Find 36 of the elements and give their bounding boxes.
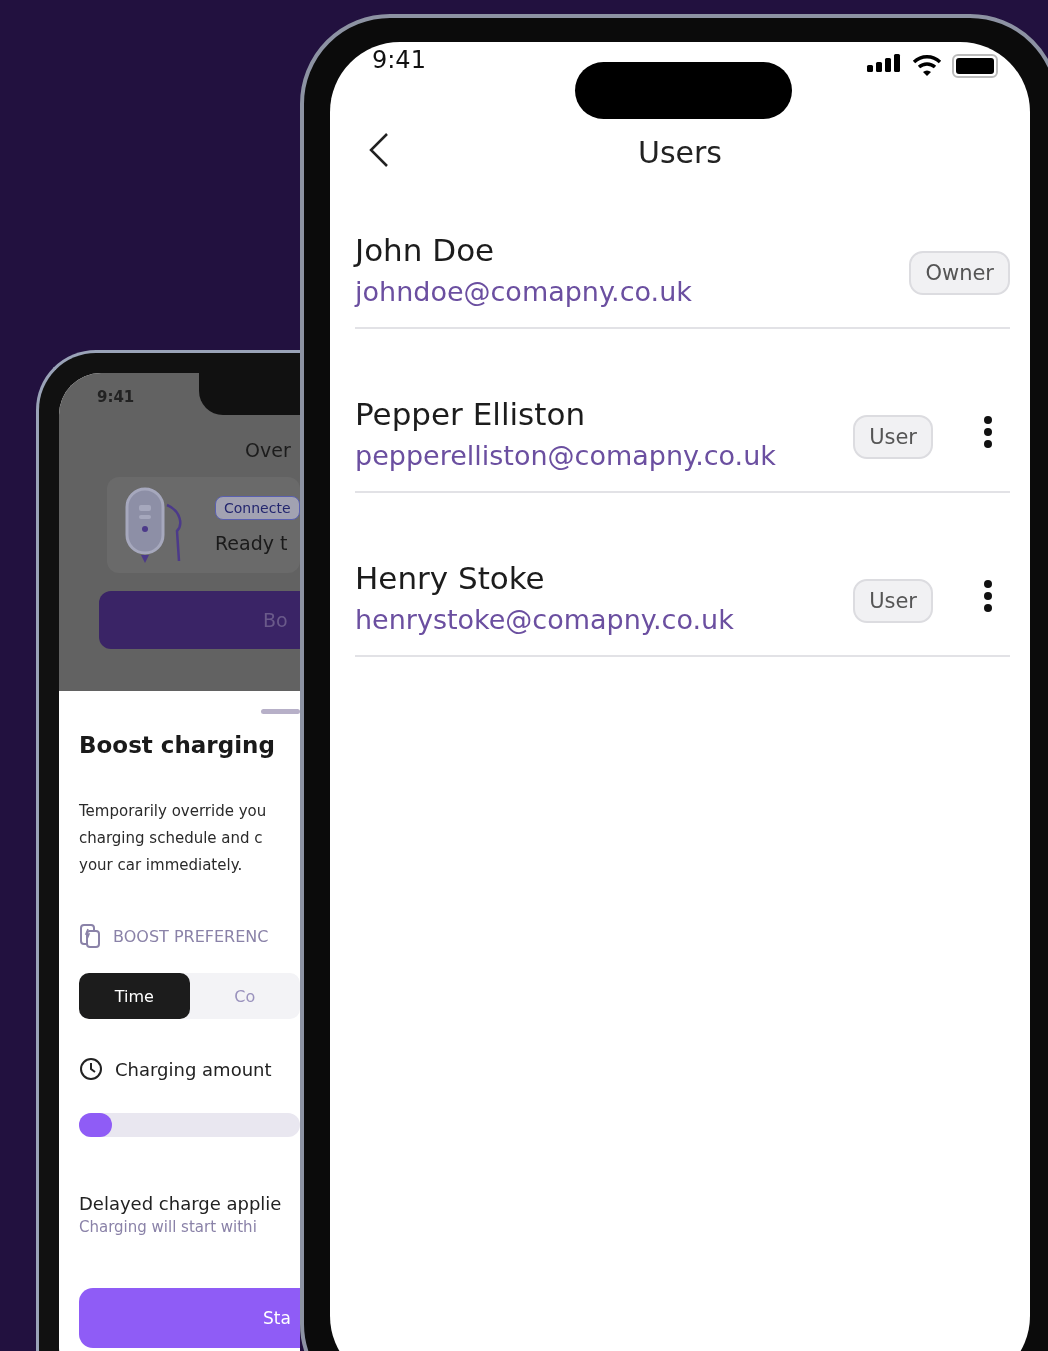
phone-bolt-icon [79,923,101,949]
user-email: henrystoke@comapny.co.uk [355,604,735,635]
role-badge: User [853,415,933,459]
more-options-icon[interactable] [983,579,993,613]
user-email: johndoe@comapny.co.uk [355,276,693,307]
description-line: your car immediately. [79,855,244,876]
section-label: BOOST PREFERENC [113,926,269,946]
role-badge: User [853,579,933,623]
user-name: Pepper Elliston [355,396,587,432]
status-time: 9:41 [372,46,426,76]
notice-text: Charging will start withi [79,1218,258,1236]
battery-icon [952,54,998,78]
segment-tab[interactable]: Time [79,973,190,1019]
wifi-icon [912,54,942,76]
screen-title: Over [244,439,292,461]
role-badge: Owner [909,251,1010,295]
user-name: John Doe [355,232,496,268]
description-line: charging schedule and c [79,828,264,849]
charger-status: Ready t [215,532,289,554]
amount-slider[interactable] [79,1113,300,1137]
sheet-handle[interactable] [261,709,300,714]
charging-amount-label: Charging amount [115,1058,272,1080]
segment-tab[interactable]: Co [189,973,300,1019]
user-email: pepperelliston@comapny.co.uk [355,440,777,471]
notice-title: Delayed charge applie [79,1193,283,1214]
start-button[interactable]: Sta [79,1288,300,1348]
signal-icon [866,54,902,72]
clock-icon [79,1057,103,1081]
description-line: Temporarily override you [79,801,268,822]
status-time: 9:41 [97,388,135,406]
screen-title: Users [638,134,722,170]
more-options-icon[interactable] [983,415,993,449]
status-badge: Connecte [215,496,300,520]
back-icon[interactable] [368,132,390,168]
user-name: Henry Stoke [355,560,546,596]
sheet-title: Boost charging [79,732,276,758]
